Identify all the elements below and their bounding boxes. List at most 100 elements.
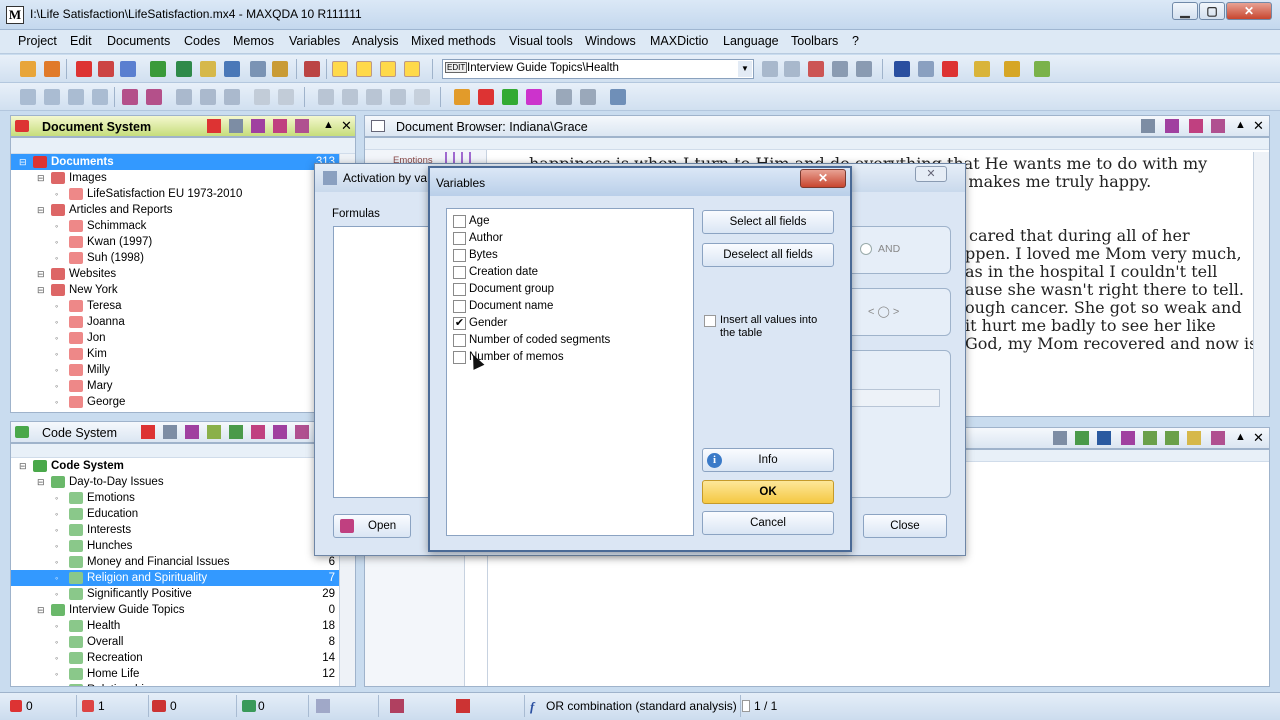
code-relations-icon[interactable]: [150, 61, 166, 77]
document-item[interactable]: ◦ Teresa: [11, 298, 339, 314]
segment-filter-icon[interactable]: [456, 699, 470, 713]
maximize-button[interactable]: ▢: [1199, 2, 1225, 20]
menu-analysis[interactable]: Analysis: [352, 34, 399, 48]
document-item[interactable]: ⊟ Documents 313: [11, 154, 339, 170]
reset-activation-icon[interactable]: [207, 119, 221, 133]
export-icon[interactable]: [1004, 61, 1020, 77]
menu-memos[interactable]: Memos: [233, 34, 274, 48]
document-item[interactable]: ◦ Mary: [11, 378, 339, 394]
close-icon[interactable]: ✕: [1253, 430, 1264, 446]
layout-5-icon[interactable]: [278, 89, 294, 105]
move-up-icon[interactable]: [44, 89, 60, 105]
deselect-all-fields-button[interactable]: Deselect all fields: [702, 243, 834, 267]
expand-icon[interactable]: ◦: [55, 298, 58, 314]
expand-icon[interactable]: ◦: [55, 522, 58, 538]
function-icon[interactable]: [250, 61, 266, 77]
document-text-line-5[interactable]: as in the hospital I couldn't tell: [965, 262, 1217, 281]
memo-manager-icon[interactable]: [200, 61, 216, 77]
frequency-icon[interactable]: [273, 425, 287, 439]
retrieve-icon[interactable]: [120, 61, 136, 77]
filter-icon[interactable]: [251, 425, 265, 439]
open-button[interactable]: Open: [333, 514, 411, 538]
expand-icon[interactable]: ◦: [55, 234, 58, 250]
expand-icon[interactable]: ◦: [55, 394, 58, 410]
code-item[interactable]: ◦ Home Life 12: [11, 666, 339, 682]
menu-mixed-methods[interactable]: Mixed methods: [411, 34, 496, 48]
code-item[interactable]: ◦ Interests: [11, 522, 339, 538]
document-item[interactable]: ◦ LifeSatisfaction EU 1973-2010: [11, 186, 339, 202]
zoom-out-icon[interactable]: [146, 89, 162, 105]
code-item[interactable]: ◦ Overall 8: [11, 634, 339, 650]
variable-row[interactable]: Number of coded segments: [453, 332, 689, 349]
next-segment-icon[interactable]: [784, 61, 800, 77]
menu-windows[interactable]: Windows: [585, 34, 636, 48]
code-item[interactable]: ◦ Money and Financial Issues 6: [11, 554, 339, 570]
insert-all-values-checkbox[interactable]: [704, 315, 716, 327]
document-item[interactable]: ⊟ Articles and Reports: [11, 202, 339, 218]
code-item[interactable]: ◦ Education: [11, 506, 339, 522]
expand-icon[interactable]: ◦: [55, 618, 58, 634]
ok-button[interactable]: OK: [702, 480, 834, 504]
variable-row[interactable]: ✔ Gender: [453, 315, 689, 332]
activation-mode-icon[interactable]: [390, 699, 404, 713]
print-icon[interactable]: [229, 119, 243, 133]
expand-icon[interactable]: ⊟: [19, 458, 27, 474]
variable-row[interactable]: Number of memos: [453, 349, 689, 366]
expand-icon[interactable]: ◦: [55, 330, 58, 346]
expand-icon[interactable]: ◦: [55, 554, 58, 570]
expand-icon[interactable]: ◦: [55, 218, 58, 234]
search-icon[interactable]: [304, 61, 320, 77]
layout-2-icon[interactable]: [200, 89, 216, 105]
move-top-icon[interactable]: [20, 89, 36, 105]
and-radio[interactable]: [860, 243, 872, 255]
menu-language[interactable]: Language: [723, 34, 779, 48]
excel-icon[interactable]: [1075, 431, 1089, 445]
expand-icon[interactable]: ⊟: [37, 474, 45, 490]
less-than-radio[interactable]: < ◯ >: [868, 305, 899, 318]
menu-codes[interactable]: Codes: [184, 34, 220, 48]
expand-icon[interactable]: ⊟: [19, 154, 27, 170]
variables-close-button[interactable]: ✕: [800, 169, 846, 188]
document-browser-toggle-icon[interactable]: [380, 61, 396, 77]
formulas-list[interactable]: [333, 226, 433, 498]
expand-icon[interactable]: ⊟: [37, 266, 45, 282]
expand-icon[interactable]: ◦: [55, 570, 58, 586]
expand-icon[interactable]: ◦: [55, 378, 58, 394]
document-item[interactable]: ◦ Schimmack: [11, 218, 339, 234]
code-item[interactable]: ◦ Relationships: [11, 682, 339, 686]
document-item[interactable]: ◦ Kim: [11, 346, 339, 362]
document-item[interactable]: ◦ Kwan (1997): [11, 234, 339, 250]
value-combo[interactable]: [840, 389, 940, 407]
search-icon[interactable]: [1211, 431, 1225, 445]
link-1-icon[interactable]: [318, 89, 334, 105]
activate-icon[interactable]: [98, 61, 114, 77]
variable-row[interactable]: Bytes: [453, 247, 689, 264]
logbook-icon[interactable]: [272, 61, 288, 77]
print-icon[interactable]: [163, 425, 177, 439]
move-bottom-icon[interactable]: [92, 89, 108, 105]
expand-icon[interactable]: ⊟: [37, 202, 45, 218]
tree-icon[interactable]: [1165, 431, 1179, 445]
document-text-line-6[interactable]: ause she wasn't right there to tell.: [965, 280, 1244, 299]
import-icon[interactable]: [1034, 61, 1050, 77]
select-all-fields-button[interactable]: Select all fields: [702, 210, 834, 234]
search-icon[interactable]: [295, 425, 309, 439]
expand-icon[interactable]: ◦: [55, 314, 58, 330]
weight-filter-icon[interactable]: [316, 699, 330, 713]
grid-icon[interactable]: [556, 89, 572, 105]
code-item[interactable]: ⊟ Code System: [11, 458, 339, 474]
code-icon[interactable]: [1143, 431, 1157, 445]
collapse-icon[interactable]: ▲: [1235, 119, 1246, 131]
menu-toolbars[interactable]: Toolbars: [791, 34, 838, 48]
export-icon[interactable]: [185, 425, 199, 439]
document-item[interactable]: ◦ George: [11, 394, 339, 410]
colors-icon[interactable]: [454, 89, 470, 105]
code-system-toggle-icon[interactable]: [356, 61, 372, 77]
prev-segment-icon[interactable]: [762, 61, 778, 77]
variable-checkbox[interactable]: [453, 232, 466, 245]
expand-icon[interactable]: ⊟: [37, 170, 45, 186]
document-item[interactable]: ⊟ Images: [11, 170, 339, 186]
retrieved-segments-toggle-icon[interactable]: [404, 61, 420, 77]
document-text-line-7[interactable]: ough cancer. She got so weak and: [965, 298, 1242, 317]
code-item[interactable]: ⊟ Interview Guide Topics 0: [11, 602, 339, 618]
